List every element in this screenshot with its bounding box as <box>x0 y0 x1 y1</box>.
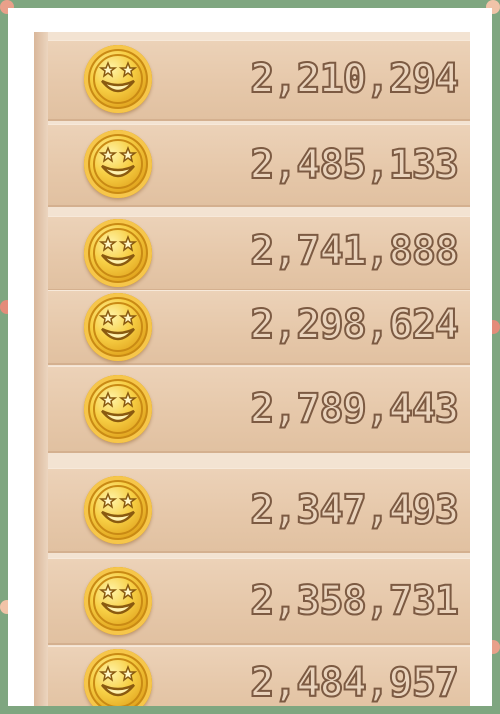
coin-row: 2,298,624 <box>48 290 470 365</box>
gold-coin-icon <box>84 375 152 443</box>
coin-row: 2,484,957 <box>48 646 470 706</box>
coin-amount: 2,347,493 <box>249 487 460 533</box>
coin-list-panel: 2,210,294 2,485,133 2,741,888 2,298,624 … <box>34 32 470 706</box>
coin-row: 2,789,443 <box>48 366 470 453</box>
coin-row: 2,485,133 <box>48 124 470 207</box>
coin-row: 2,347,493 <box>48 468 470 553</box>
coin-amount: 2,484,957 <box>249 660 460 706</box>
coin-amount: 2,358,731 <box>249 578 460 624</box>
gold-coin-icon <box>84 219 152 287</box>
coin-amount: 2,210,294 <box>249 56 460 102</box>
gold-coin-icon <box>84 567 152 635</box>
coin-row: 2,358,731 <box>48 558 470 645</box>
coin-amount: 2,741,888 <box>249 228 460 274</box>
panel-edge <box>34 32 48 706</box>
coin-amount: 2,789,443 <box>249 386 460 432</box>
gold-coin-icon <box>84 476 152 544</box>
coin-amount: 2,485,133 <box>249 142 460 188</box>
gold-coin-icon <box>84 293 152 361</box>
gold-coin-icon <box>84 45 152 113</box>
coin-row: 2,741,888 <box>48 216 470 291</box>
coin-amount: 2,298,624 <box>249 302 460 348</box>
gold-coin-icon <box>84 130 152 198</box>
gold-coin-icon <box>84 649 152 706</box>
coin-row: 2,210,294 <box>48 40 470 121</box>
